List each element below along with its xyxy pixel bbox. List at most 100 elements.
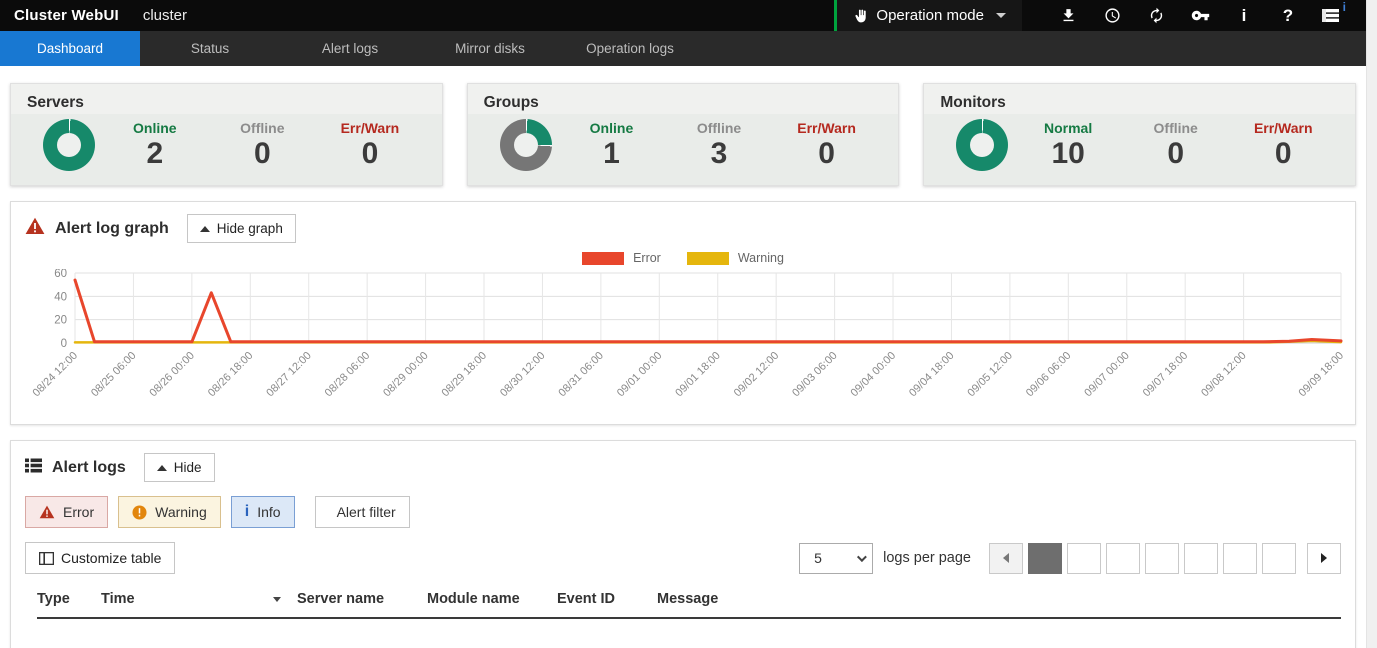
svg-text:08/26 00:00: 08/26 00:00 — [147, 350, 197, 400]
stat-normal: Normal 10 — [1014, 120, 1122, 170]
stat-errwarn: Err/Warn 0 — [316, 120, 424, 170]
servers-card: Servers Online 2 Offline 0 Err/Warn 0 — [10, 83, 443, 186]
stat-offline: Offline 0 — [209, 120, 317, 170]
error-triangle-icon — [39, 505, 55, 519]
stat-online: Online 1 — [558, 120, 666, 170]
svg-text:08/27 12:00: 08/27 12:00 — [264, 350, 314, 400]
svg-text:08/29 18:00: 08/29 18:00 — [440, 350, 490, 400]
alert-logs-section: Alert logs Hide Error Warning i Info — [10, 440, 1356, 648]
alert-filter-row: Error Warning i Info Alert filter — [11, 488, 1355, 530]
filter-error-button[interactable]: Error — [25, 496, 108, 528]
page-button-3[interactable] — [1106, 543, 1140, 574]
tab-dashboard[interactable]: Dashboard — [0, 31, 140, 66]
next-page-button[interactable] — [1307, 543, 1341, 574]
svg-text:09/01 18:00: 09/01 18:00 — [673, 350, 723, 400]
hide-logs-button[interactable]: Hide — [144, 453, 215, 482]
tab-mirror-disks[interactable]: Mirror disks — [420, 31, 560, 66]
download-icon[interactable] — [1046, 0, 1090, 31]
svg-text:08/26 18:00: 08/26 18:00 — [206, 350, 256, 400]
triangle-left-icon — [1003, 553, 1009, 563]
warning-swatch — [687, 252, 729, 265]
svg-text:08/25 06:00: 08/25 06:00 — [89, 350, 139, 400]
page-button-2[interactable] — [1067, 543, 1101, 574]
alert-filter-button[interactable]: Alert filter — [315, 496, 410, 528]
app-title: Cluster WebUI — [0, 7, 119, 24]
svg-text:09/03 06:00: 09/03 06:00 — [790, 350, 840, 400]
info-i-icon: i — [245, 504, 249, 520]
license-key-icon[interactable] — [1178, 0, 1222, 31]
column-header-module-name: Module name — [427, 591, 557, 607]
svg-text:08/24 12:00: 08/24 12:00 — [31, 350, 81, 400]
svg-text:0: 0 — [61, 338, 67, 350]
stat-errwarn: Err/Warn 0 — [1229, 120, 1337, 170]
operation-mode-label: Operation mode — [876, 7, 984, 24]
section-title: Alert log graph — [55, 220, 169, 238]
tab-alert-logs[interactable]: Alert logs — [280, 31, 420, 66]
svg-text:09/05 12:00: 09/05 12:00 — [965, 350, 1015, 400]
status-cards: Servers Online 2 Offline 0 Err/Warn 0 — [10, 83, 1356, 186]
error-swatch — [582, 252, 624, 265]
svg-text:20: 20 — [54, 315, 67, 327]
monitors-donut-chart — [956, 119, 1008, 171]
filter-info-button[interactable]: i Info — [231, 496, 295, 528]
list-icon — [25, 458, 42, 478]
filter-warning-button[interactable]: Warning — [118, 496, 221, 528]
tab-operation-logs[interactable]: Operation logs — [560, 31, 700, 66]
operation-mode-dropdown[interactable]: Operation mode — [837, 0, 1022, 31]
card-title: Groups — [468, 84, 899, 114]
page-button-5[interactable] — [1184, 543, 1218, 574]
toolbar-icons: i ? i — [1022, 0, 1366, 31]
column-header-server-name: Server name — [297, 591, 427, 607]
svg-text:08/30 12:00: 08/30 12:00 — [498, 350, 548, 400]
tab-status[interactable]: Status — [140, 31, 280, 66]
prev-page-button[interactable] — [989, 543, 1023, 574]
svg-text:09/07 18:00: 09/07 18:00 — [1141, 350, 1191, 400]
svg-text:09/07 00:00: 09/07 00:00 — [1082, 350, 1132, 400]
logs-per-page-label: logs per page — [883, 550, 971, 566]
chevron-down-icon — [996, 13, 1006, 18]
stat-online: Online 2 — [101, 120, 209, 170]
page-button-4[interactable] — [1145, 543, 1179, 574]
hand-icon — [853, 8, 868, 24]
column-header-time[interactable]: Time — [101, 591, 297, 607]
page-button-60[interactable] — [1262, 543, 1296, 574]
vertical-scrollbar[interactable] — [1366, 0, 1377, 648]
chart-legend: Error Warning — [11, 251, 1355, 265]
svg-text:09/04 18:00: 09/04 18:00 — [907, 350, 957, 400]
stat-offline: Offline 0 — [1122, 120, 1230, 170]
cluster-webui-app: Cluster WebUI cluster Operation mode — [0, 0, 1366, 648]
page-button-ellipsis[interactable] — [1223, 543, 1257, 574]
svg-text:09/02 12:00: 09/02 12:00 — [732, 350, 782, 400]
info-icon[interactable]: i — [1222, 0, 1266, 31]
pagination-zone: 5 logs per page — [799, 543, 1341, 574]
alert-log-graph-section: Alert log graph Hide graph Error Warning… — [10, 201, 1356, 425]
triangle-up-icon — [157, 465, 167, 471]
cluster-table-icon[interactable]: i — [1310, 0, 1354, 31]
column-header-type: Type — [37, 591, 101, 607]
alert-logs-table-header: Type Time Server name Module name Event … — [37, 591, 1341, 619]
help-icon[interactable]: ? — [1266, 0, 1310, 31]
svg-text:09/01 00:00: 09/01 00:00 — [615, 350, 665, 400]
card-title: Servers — [11, 84, 442, 114]
customize-table-button[interactable]: Customize table — [25, 542, 175, 574]
time-info-icon[interactable] — [1090, 0, 1134, 31]
pager — [989, 543, 1341, 574]
hide-graph-button[interactable]: Hide graph — [187, 214, 296, 243]
servers-donut-chart — [43, 119, 95, 171]
chevron-down-icon — [857, 552, 867, 562]
cluster-name: cluster — [143, 7, 187, 24]
top-bar: Cluster WebUI cluster Operation mode — [0, 0, 1366, 31]
groups-card: Groups Online 1 Offline 3 Err/Warn 0 — [467, 83, 900, 186]
sort-desc-icon — [273, 597, 281, 602]
legend-item-warning: Warning — [687, 251, 784, 265]
svg-text:60: 60 — [54, 269, 67, 280]
groups-donut-chart — [500, 119, 552, 171]
triangle-up-icon — [200, 226, 210, 232]
logs-per-page-select[interactable]: 5 — [799, 543, 873, 574]
reload-icon[interactable] — [1134, 0, 1178, 31]
stat-errwarn: Err/Warn 0 — [773, 120, 881, 170]
svg-text:09/08 12:00: 09/08 12:00 — [1199, 350, 1249, 400]
page-button-1[interactable] — [1028, 543, 1062, 574]
svg-text:40: 40 — [54, 291, 67, 303]
monitors-card: Monitors Normal 10 Offline 0 Err/Warn 0 — [923, 83, 1356, 186]
